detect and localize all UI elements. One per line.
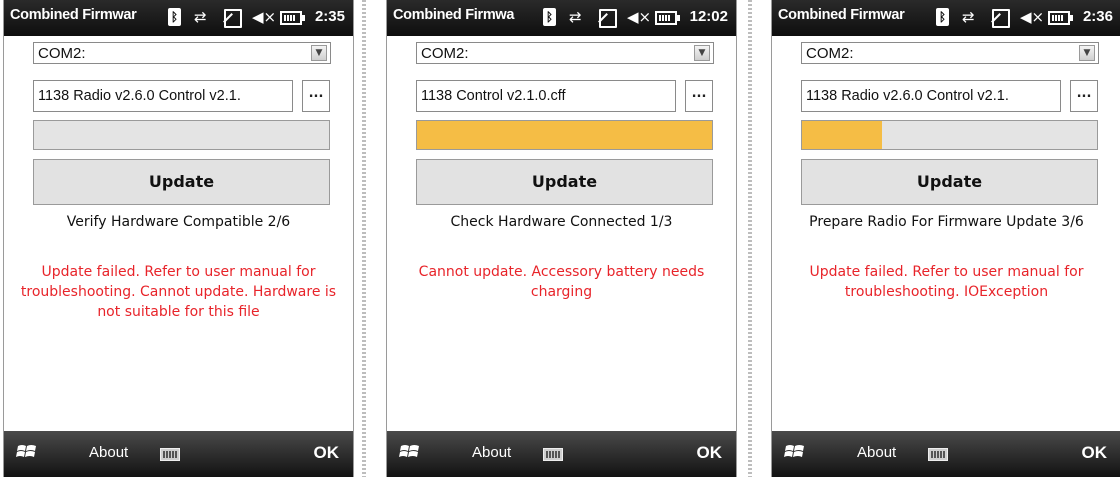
phone-screen-2: Combined Firmwa ᛒ ⇄ ◀× 12:02 COM2: ▼ 113… (386, 0, 737, 477)
speaker-muted-icon: ◀× (252, 8, 277, 26)
com-port-value: COM2: (806, 45, 854, 62)
screenshot-divider (362, 0, 366, 477)
no-signal-icon (992, 9, 1010, 28)
error-message: Cannot update. Accessory battery needs c… (418, 264, 705, 300)
app-title: Combined Firmwa (393, 7, 515, 23)
com-port-dropdown[interactable]: COM2: ▼ (801, 42, 1099, 64)
clock: 12:02 (689, 8, 728, 25)
battery-icon (1048, 11, 1073, 25)
progress-fill (802, 121, 882, 149)
ok-softkey[interactable]: OK (1082, 443, 1108, 463)
keyboard-icon[interactable] (543, 448, 563, 461)
firmware-file-field[interactable]: 1138 Radio v2.6.0 Control v2.1. (801, 80, 1061, 112)
status-message: Prepare Radio For Firmware Update 3/6 (809, 214, 1084, 230)
ok-softkey[interactable]: OK (697, 443, 723, 463)
bluetooth-icon: ᛒ (936, 8, 949, 26)
keyboard-icon[interactable] (160, 448, 180, 461)
browse-button[interactable]: ... (685, 80, 713, 112)
ok-softkey[interactable]: OK (314, 443, 340, 463)
soft-key-bar: About OK (772, 431, 1120, 477)
update-button[interactable]: Update (33, 159, 330, 205)
battery-icon (655, 11, 680, 25)
no-signal-icon (224, 9, 242, 28)
soft-key-bar: About OK (387, 431, 736, 477)
error-message: Update failed. Refer to user manual for … (20, 264, 337, 320)
battery-icon (280, 11, 305, 25)
connectivity-arrows-icon: ⇄ (569, 8, 582, 26)
keyboard-icon[interactable] (928, 448, 948, 461)
status-message: Verify Hardware Compatible 2/6 (66, 214, 291, 230)
progress-bar (801, 120, 1098, 150)
browse-button[interactable]: ... (1070, 80, 1098, 112)
browse-button[interactable]: ... (302, 80, 330, 112)
progress-fill (417, 121, 712, 149)
progress-bar (416, 120, 713, 150)
clock: 2:35 (314, 8, 345, 25)
bluetooth-icon: ᛒ (168, 8, 181, 26)
update-button[interactable]: Update (416, 159, 713, 205)
com-port-value: COM2: (38, 45, 86, 62)
screenshot-divider (748, 0, 752, 477)
firmware-file-value: 1138 Radio v2.6.0 Control v2.1. (38, 88, 241, 104)
com-port-dropdown[interactable]: COM2: ▼ (416, 42, 714, 64)
windows-start-icon[interactable] (16, 441, 38, 463)
com-port-value: COM2: (421, 45, 469, 62)
windows-start-icon[interactable] (399, 441, 421, 463)
status-bar: Combined Firmwa ᛒ ⇄ ◀× 12:02 (387, 0, 736, 36)
status-message: Check Hardware Connected 1/3 (450, 214, 673, 230)
about-softkey[interactable]: About (89, 444, 128, 461)
no-signal-icon (599, 9, 617, 28)
firmware-file-field[interactable]: 1138 Radio v2.6.0 Control v2.1. (33, 80, 293, 112)
about-softkey[interactable]: About (857, 444, 896, 461)
status-bar: Combined Firmwar ᛒ ⇄ ◀× 2:36 (772, 0, 1120, 36)
firmware-file-value: 1138 Control v2.1.0.cff (421, 88, 566, 104)
clock: 2:36 (1082, 8, 1113, 25)
chevron-down-icon[interactable]: ▼ (1079, 45, 1095, 61)
bluetooth-icon: ᛒ (543, 8, 556, 26)
speaker-muted-icon: ◀× (627, 8, 652, 26)
status-bar: Combined Firmwar ᛒ ⇄ ◀× 2:35 (4, 0, 353, 36)
about-softkey[interactable]: About (472, 444, 511, 461)
chevron-down-icon[interactable]: ▼ (694, 45, 710, 61)
chevron-down-icon[interactable]: ▼ (311, 45, 327, 61)
update-button[interactable]: Update (801, 159, 1098, 205)
firmware-file-field[interactable]: 1138 Control v2.1.0.cff (416, 80, 676, 112)
speaker-muted-icon: ◀× (1020, 8, 1045, 26)
soft-key-bar: About OK (4, 431, 353, 477)
connectivity-arrows-icon: ⇄ (962, 8, 975, 26)
phone-screen-1: Combined Firmwar ᛒ ⇄ ◀× 2:35 COM2: ▼ 113… (3, 0, 354, 477)
connectivity-arrows-icon: ⇄ (194, 8, 207, 26)
phone-screen-3: Combined Firmwar ᛒ ⇄ ◀× 2:36 COM2: ▼ 113… (771, 0, 1120, 477)
app-title: Combined Firmwar (778, 7, 905, 23)
firmware-file-value: 1138 Radio v2.6.0 Control v2.1. (806, 88, 1009, 104)
app-title: Combined Firmwar (10, 7, 137, 23)
error-message: Update failed. Refer to user manual for … (809, 264, 1084, 300)
progress-bar (33, 120, 330, 150)
windows-start-icon[interactable] (784, 441, 806, 463)
com-port-dropdown[interactable]: COM2: ▼ (33, 42, 331, 64)
